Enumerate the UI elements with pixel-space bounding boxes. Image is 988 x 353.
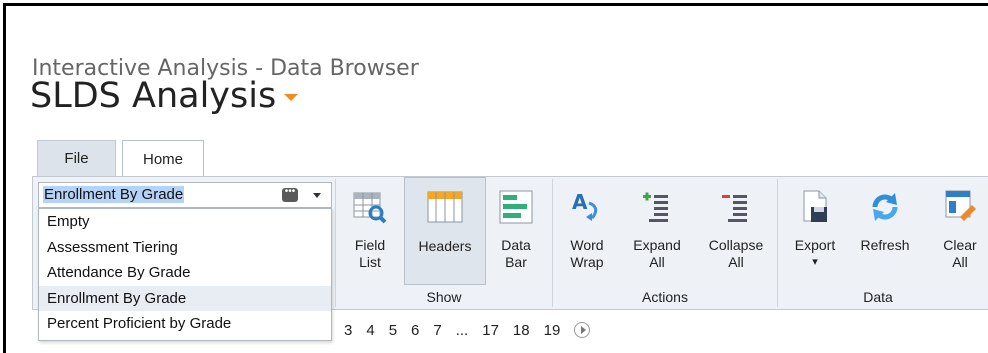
collapse-all-button[interactable]: Collapse All [698,177,774,285]
title-dropdown-icon[interactable] [284,93,299,101]
collapse-all-label-2: All [728,254,744,270]
export-icon [803,190,827,222]
svg-text:A: A [572,190,588,214]
expand-all-button[interactable]: Expand All [621,177,693,285]
page-link[interactable]: 4 [366,322,374,339]
group-label-actions: Actions [642,289,688,305]
page-title-text: SLDS Analysis [30,76,277,116]
headers-button[interactable]: Headers [404,177,486,285]
refresh-button[interactable]: Refresh [845,177,925,285]
report-selector-dropdown: Empty Assessment Tiering Attendance By G… [38,208,332,341]
collapse-all-label-1: Collapse [708,237,764,253]
page-link[interactable]: 18 [513,322,530,339]
more-options-icon[interactable]: ••• [282,187,298,202]
page-link[interactable]: 7 [433,322,441,339]
dropdown-option-selected[interactable]: Enrollment By Grade [39,285,331,311]
word-wrap-label-1: Word [570,237,604,253]
tab-file[interactable]: File [37,140,116,176]
clear-all-label-1: Clear [943,237,977,253]
refresh-icon [872,193,898,221]
dropdown-option[interactable]: Attendance By Grade [39,260,331,286]
export-button[interactable]: Export ▾ [787,177,843,285]
next-page-icon[interactable] [574,322,591,338]
ribbon-separator [335,179,336,307]
export-label: Export [794,237,836,253]
ribbon-separator [552,179,553,307]
refresh-label: Refresh [860,237,910,253]
dropdown-option[interactable]: Assessment Tiering [39,235,331,261]
page-title: SLDS Analysis [30,76,299,116]
page-link[interactable]: 5 [389,322,397,339]
chevron-down-icon[interactable] [313,193,321,198]
expand-all-icon [643,192,668,222]
data-bar-button[interactable]: Data Bar [491,177,541,285]
word-wrap-label-2: Wrap [570,254,604,270]
data-bar-label-2: Bar [505,254,527,270]
word-wrap-icon: A [572,190,598,221]
page-link[interactable]: 19 [544,322,561,339]
headers-icon [427,191,463,223]
field-list-icon [353,192,387,224]
page-link[interactable]: 6 [411,322,419,339]
page-link[interactable]: 3 [344,322,352,339]
ribbon-separator [777,179,778,307]
dropdown-option[interactable]: Empty [39,209,331,235]
word-wrap-button[interactable]: A Word Wrap [562,177,612,285]
page-link[interactable]: 17 [482,322,499,339]
collapse-all-icon [722,195,747,222]
headers-label: Headers [418,238,472,254]
data-bar-icon [499,190,533,224]
tab-home[interactable]: Home [122,140,204,177]
group-label-data: Data [863,289,893,305]
group-label-show: Show [426,289,462,305]
expand-all-label-1: Expand [633,237,681,253]
clear-all-icon [945,190,976,221]
field-list-label-1: Field [354,237,386,253]
report-selector[interactable]: Enrollment By Grade ••• [38,182,332,208]
report-selector-value[interactable]: Enrollment By Grade [43,186,185,203]
field-list-label-2: List [359,254,381,270]
page-ellipsis: ... [455,321,469,339]
data-bar-label-1: Data [501,237,531,253]
dropdown-option[interactable]: Percent Proficient by Grade [39,311,331,337]
field-list-button[interactable]: Field List [345,177,395,285]
export-dropdown-icon[interactable]: ▾ [787,254,843,271]
clear-all-button[interactable]: Clear All [931,177,988,285]
pagination: 3 4 5 6 7 ... 17 18 19 [344,318,591,342]
expand-all-label-2: All [649,254,665,270]
clear-all-label-2: All [952,254,968,270]
